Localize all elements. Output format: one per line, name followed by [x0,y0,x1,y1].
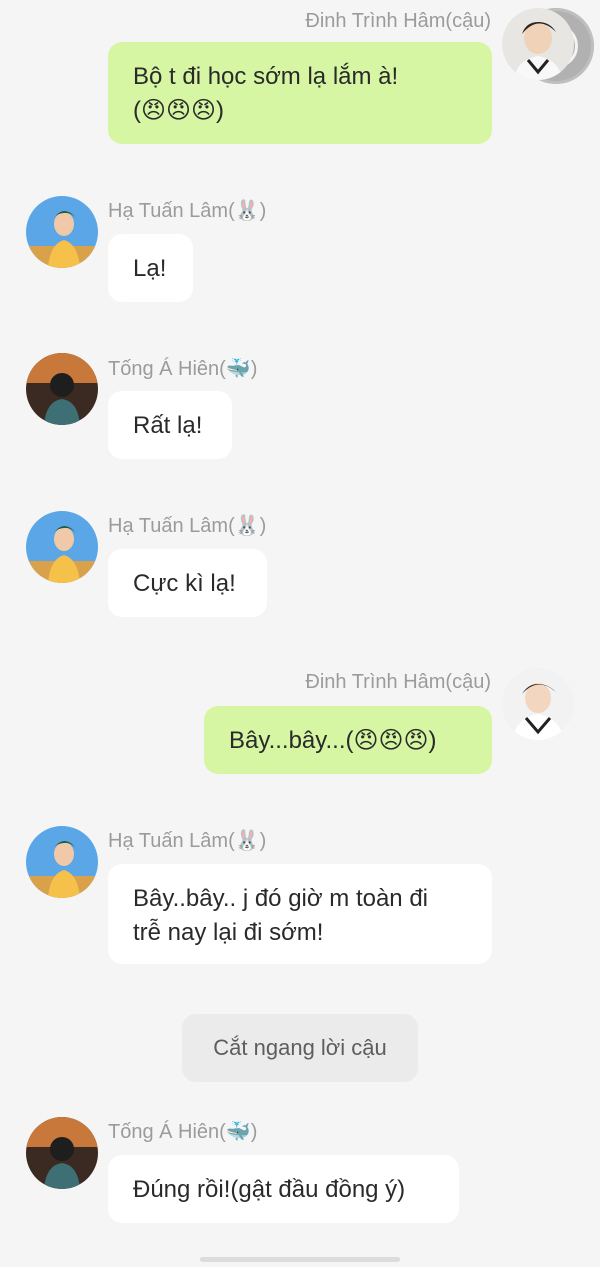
system-message: Cắt ngang lời cậu [182,1014,418,1082]
avatar-ha-tuan-lam[interactable] [26,826,98,898]
home-indicator[interactable] [200,1257,400,1262]
message-bubble-incoming[interactable]: Rất lạ! [108,391,232,459]
avatar-dinh-trinh-ham[interactable] [502,668,574,740]
sender-name: Tống Á Hiên(🐳) [108,358,258,380]
sender-name: Đinh Trình Hâm(cậu) [305,671,491,693]
message-text-line: Cực kì lạ! [133,570,236,597]
sender-name: Hạ Tuấn Lâm(🐰) [108,830,267,852]
message-bubble-outgoing[interactable]: Bây...bây...(😠😠😠) [204,706,492,774]
message-bubble-incoming[interactable]: Lạ! [108,234,193,302]
message-text-line: trễ nay lại đi sớm! [133,919,324,946]
avatar-tong-a-hien[interactable] [26,1117,98,1189]
message-text-line: Đúng rồi!(gật đầu đồng ý) [133,1176,406,1203]
message-bubble-incoming[interactable]: Đúng rồi!(gật đầu đồng ý) [108,1155,459,1223]
sender-name: Đinh Trình Hâm(cậu) [305,10,491,32]
message-text-line: Bây..bây.. j đó giờ m toàn đi [133,885,428,912]
message-bubble-incoming[interactable]: Bây..bây.. j đó giờ m toàn đi trễ nay lạ… [108,864,492,964]
sender-name: Hạ Tuấn Lâm(🐰) [108,515,267,537]
avatar-ha-tuan-lam[interactable] [26,196,98,268]
message-text-line: (😠😠😠) [133,97,225,124]
message-text-line: Bây...bây...(😠😠😠) [229,727,437,754]
avatar-tong-a-hien[interactable] [26,353,98,425]
avatar-ha-tuan-lam[interactable] [26,511,98,583]
message-bubble-outgoing[interactable]: Bộ t đi học sớm lạ lắm à! (😠😠😠) [108,42,492,144]
message-bubble-incoming[interactable]: Cực kì lạ! [108,549,267,617]
avatar-dinh-trinh-ham[interactable] [502,8,574,80]
sender-name: Hạ Tuấn Lâm(🐰) [108,200,267,222]
sender-name: Tống Á Hiên(🐳) [108,1121,258,1143]
message-text-line: Bộ t đi học sớm lạ lắm à! [133,63,399,90]
message-text-line: Lạ! [133,255,167,282]
message-text-line: Rất lạ! [133,412,203,439]
